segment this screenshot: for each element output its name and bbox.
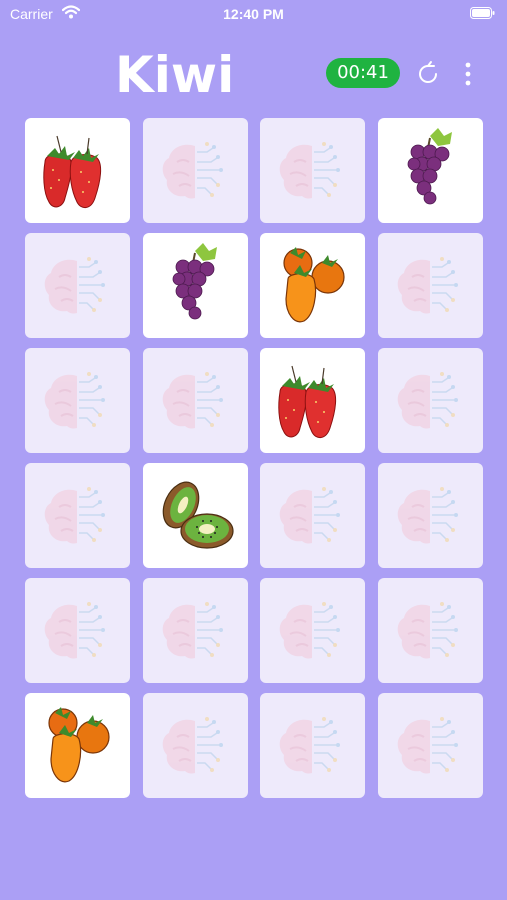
card-back[interactable]	[25, 348, 130, 453]
orange-icon	[48, 707, 110, 783]
card-back[interactable]	[25, 578, 130, 683]
card-back[interactable]	[142, 578, 248, 683]
timer-badge: 00:41	[326, 58, 400, 88]
brain-circuit-icon	[397, 372, 458, 429]
card-back[interactable]	[142, 348, 248, 453]
card-back[interactable]	[377, 578, 483, 683]
card-back[interactable]	[142, 118, 248, 223]
card-back[interactable]	[260, 578, 365, 683]
grape-icon	[407, 128, 452, 205]
game-header: Kiwi 00:41	[0, 40, 507, 110]
brain-circuit-icon	[397, 487, 458, 544]
card-back[interactable]	[25, 233, 130, 338]
card-orange[interactable]	[25, 693, 130, 798]
card-orange[interactable]	[260, 233, 365, 338]
card-kiwi[interactable]	[142, 463, 248, 568]
brain-circuit-icon	[44, 602, 105, 659]
status-bar: Carrier 12:40 PM	[0, 0, 507, 30]
brain-circuit-icon	[279, 602, 340, 659]
card-back[interactable]	[377, 348, 483, 453]
card-back[interactable]	[260, 693, 365, 798]
card-back[interactable]	[260, 118, 365, 223]
card-back[interactable]	[142, 693, 248, 798]
orange-icon	[283, 247, 345, 323]
brain-circuit-icon	[162, 717, 223, 774]
strawberry-icon	[43, 135, 102, 208]
card-back[interactable]	[377, 693, 483, 798]
card-grape[interactable]	[142, 233, 248, 338]
brain-circuit-icon	[162, 602, 223, 659]
status-time: 12:40 PM	[223, 6, 284, 22]
card-back[interactable]	[377, 233, 483, 338]
strawberry-icon	[278, 365, 337, 438]
game-title: Kiwi	[115, 46, 235, 104]
brain-circuit-icon	[162, 142, 223, 199]
battery-icon	[470, 7, 495, 19]
brain-circuit-icon	[397, 602, 458, 659]
card-back[interactable]	[377, 463, 483, 568]
grape-icon	[172, 243, 217, 320]
brain-circuit-icon	[397, 717, 458, 774]
card-grape[interactable]	[377, 118, 483, 223]
card-strawberry[interactable]	[260, 348, 365, 453]
brain-circuit-icon	[44, 257, 105, 314]
brain-circuit-icon	[279, 142, 340, 199]
card-strawberry[interactable]	[25, 118, 130, 223]
brain-circuit-icon	[279, 717, 340, 774]
brain-circuit-icon	[162, 372, 223, 429]
more-vertical-icon[interactable]	[458, 60, 478, 88]
brain-circuit-icon	[397, 257, 458, 314]
card-back[interactable]	[260, 463, 365, 568]
brain-circuit-icon	[44, 487, 105, 544]
restart-icon[interactable]	[414, 60, 442, 88]
brain-circuit-icon	[44, 372, 105, 429]
card-back[interactable]	[25, 463, 130, 568]
kiwi-icon	[162, 481, 234, 549]
brain-circuit-icon	[279, 487, 340, 544]
